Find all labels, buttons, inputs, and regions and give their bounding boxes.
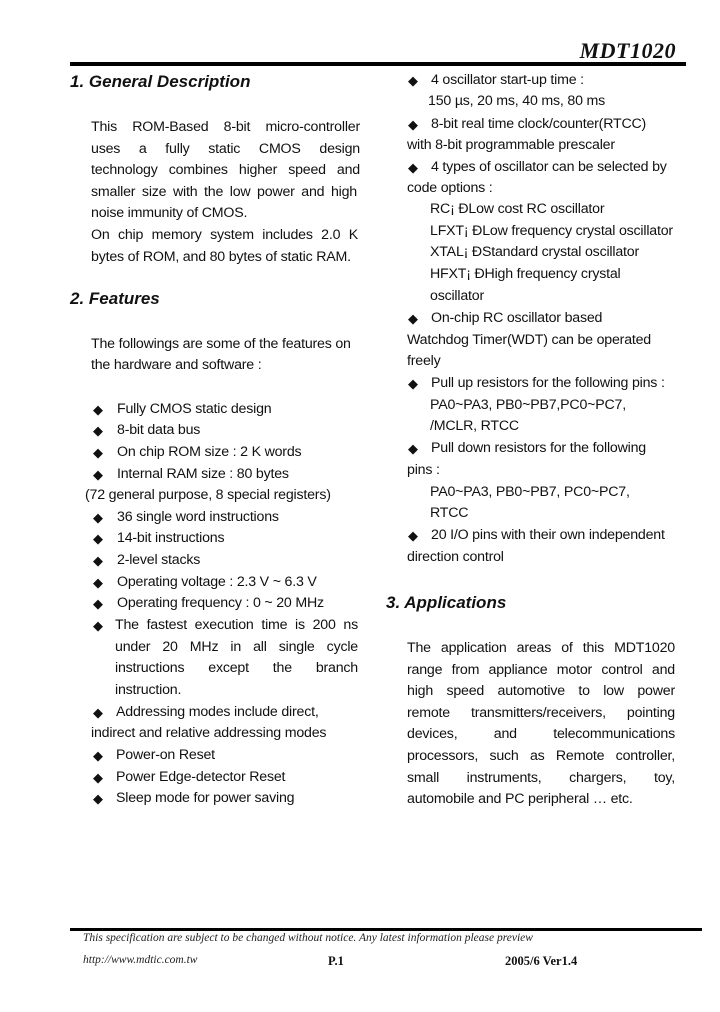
footer-rule [70, 928, 702, 931]
oscillator-option: LFXT¡ ÐLow frequency crystal oscillator [430, 223, 673, 239]
text-line: On chip memory system includes 2.0 K [91, 227, 358, 243]
text-line: smaller size with the low power and high [91, 184, 357, 200]
list-item: 14-bit instructions [117, 530, 225, 546]
bullet-diamond-icon: ◆ [93, 510, 103, 525]
list-item-continuation: Watchdog Timer(WDT) can be operated [407, 332, 652, 348]
list-item: Internal RAM size : 80 bytes [117, 466, 289, 482]
bullet-diamond-icon: ◆ [408, 441, 418, 456]
bullet-diamond-icon: ◆ [93, 575, 103, 590]
section-heading-applications: 3. Applications [386, 593, 507, 612]
bullet-diamond-icon: ◆ [408, 73, 418, 88]
bullet-diamond-icon: ◆ [408, 528, 418, 543]
list-item: Power-on Reset [116, 747, 215, 763]
list-item-continuation: PA0~PA3, PB0~PB7,PC0~PC7, [430, 397, 626, 413]
document-version: 2005/6 Ver1.4 [505, 954, 578, 968]
bullet-diamond-icon: ◆ [93, 791, 103, 806]
bullet-diamond-icon: ◆ [93, 770, 103, 785]
text-line: range from appliance motor control and [407, 662, 675, 678]
list-item-continuation: PA0~PA3, PB0~PB7, PC0~PC7, [430, 484, 630, 500]
bullet-diamond-icon: ◆ [408, 311, 418, 326]
section-heading-features: 2. Features [70, 289, 160, 308]
list-item-continuation: indirect and relative addressing modes [91, 725, 327, 741]
oscillator-option: HFXT¡ ÐHigh frequency crystal [430, 266, 621, 282]
text-line: remote transmitters/receivers, pointing [407, 705, 675, 721]
list-item-continuation: code options : [407, 180, 493, 196]
header-rule [70, 62, 686, 66]
features-intro: the hardware and software : [91, 357, 262, 373]
text-line: bytes of ROM, and 80 bytes of static RAM… [91, 249, 351, 265]
list-item: On-chip RC oscillator based [431, 310, 603, 326]
list-item: Pull up resistors for the following pins… [431, 375, 665, 391]
bullet-diamond-icon: ◆ [408, 160, 418, 175]
text-line: processors, such as Remote controller, [407, 748, 675, 764]
list-item-continuation: freely [407, 353, 441, 369]
oscillator-option: XTAL¡ ÐStandard crystal oscillator [430, 244, 639, 260]
list-item-continuation: under 20 MHz in all single cycle [115, 639, 358, 655]
text-line: devices, and telecommunications [407, 726, 675, 742]
text-line: noise immunity of CMOS. [91, 205, 248, 221]
footer-notice: This specification are subject to be cha… [83, 932, 533, 944]
list-item: Pull down resistors for the following [431, 440, 646, 456]
page-number: P.1 [328, 954, 344, 968]
text-line: automobile and PC peripheral … etc. [407, 791, 633, 807]
list-item: 36 single word instructions [117, 509, 279, 525]
list-item-continuation: pins : [407, 462, 440, 478]
features-intro: The followings are some of the features … [91, 336, 351, 352]
list-item: 20 I/O pins with their own independent [431, 527, 665, 543]
list-item: Power Edge-detector Reset [116, 769, 286, 785]
list-item-continuation: 150 µs, 20 ms, 40 ms, 80 ms [428, 93, 606, 109]
list-item-continuation: /MCLR, RTCC [430, 418, 519, 434]
bullet-diamond-icon: ◆ [93, 402, 103, 417]
bullet-diamond-icon: ◆ [93, 618, 103, 633]
list-item-continuation: direction control [407, 549, 504, 565]
list-item-continuation: (72 general purpose, 8 special registers… [85, 487, 331, 503]
text-line: technology combines higher speed and [91, 162, 360, 178]
oscillator-option: RC¡ ÐLow cost RC oscillator [430, 201, 605, 217]
bullet-diamond-icon: ◆ [93, 423, 103, 438]
list-item: 8-bit data bus [117, 422, 201, 438]
list-item: 4 types of oscillator can be selected by [431, 159, 667, 175]
oscillator-option-continuation: oscillator [430, 288, 484, 304]
list-item: Sleep mode for power saving [116, 790, 295, 806]
list-item-continuation: RTCC [430, 505, 469, 521]
list-item: The fastest execution time is 200 ns [115, 617, 358, 633]
text-line: high speed automotive to low power [407, 683, 675, 699]
text-line: The application areas of this MDT1020 [407, 640, 675, 656]
footer-url-link[interactable]: http://www.mdtic.com.tw [83, 954, 197, 966]
bullet-diamond-icon: ◆ [93, 553, 103, 568]
list-item: 2-level stacks [117, 552, 201, 568]
section-heading-general-description: 1. General Description [70, 72, 251, 91]
text-line: uses a fully static CMOS design [91, 141, 360, 157]
bullet-diamond-icon: ◆ [93, 467, 103, 482]
bullet-diamond-icon: ◆ [93, 445, 103, 460]
list-item: Fully CMOS static design [117, 401, 272, 417]
list-item: Operating frequency : 0 ~ 20 MHz [117, 595, 324, 611]
text-line: small instruments, chargers, toy, [407, 770, 675, 786]
bullet-diamond-icon: ◆ [93, 748, 103, 763]
list-item: Operating voltage : 2.3 V ~ 6.3 V [117, 574, 317, 590]
list-item-continuation: instruction. [115, 682, 182, 698]
bullet-diamond-icon: ◆ [93, 531, 103, 546]
bullet-diamond-icon: ◆ [93, 596, 103, 611]
bullet-diamond-icon: ◆ [408, 117, 418, 132]
list-item: Addressing modes include direct, [116, 704, 319, 720]
list-item-continuation: with 8-bit programmable prescaler [407, 137, 615, 153]
document-title: MDT1020 [579, 38, 676, 63]
list-item: On chip ROM size : 2 K words [117, 444, 302, 460]
text-line: This ROM-Based 8-bit micro-controller [91, 119, 360, 135]
list-item-continuation: instructions except the branch [115, 660, 358, 676]
list-item: 8-bit real time clock/counter(RTCC) [431, 116, 647, 132]
bullet-diamond-icon: ◆ [93, 705, 103, 720]
bullet-diamond-icon: ◆ [408, 376, 418, 391]
list-item: 4 oscillator start-up time : [431, 72, 584, 88]
